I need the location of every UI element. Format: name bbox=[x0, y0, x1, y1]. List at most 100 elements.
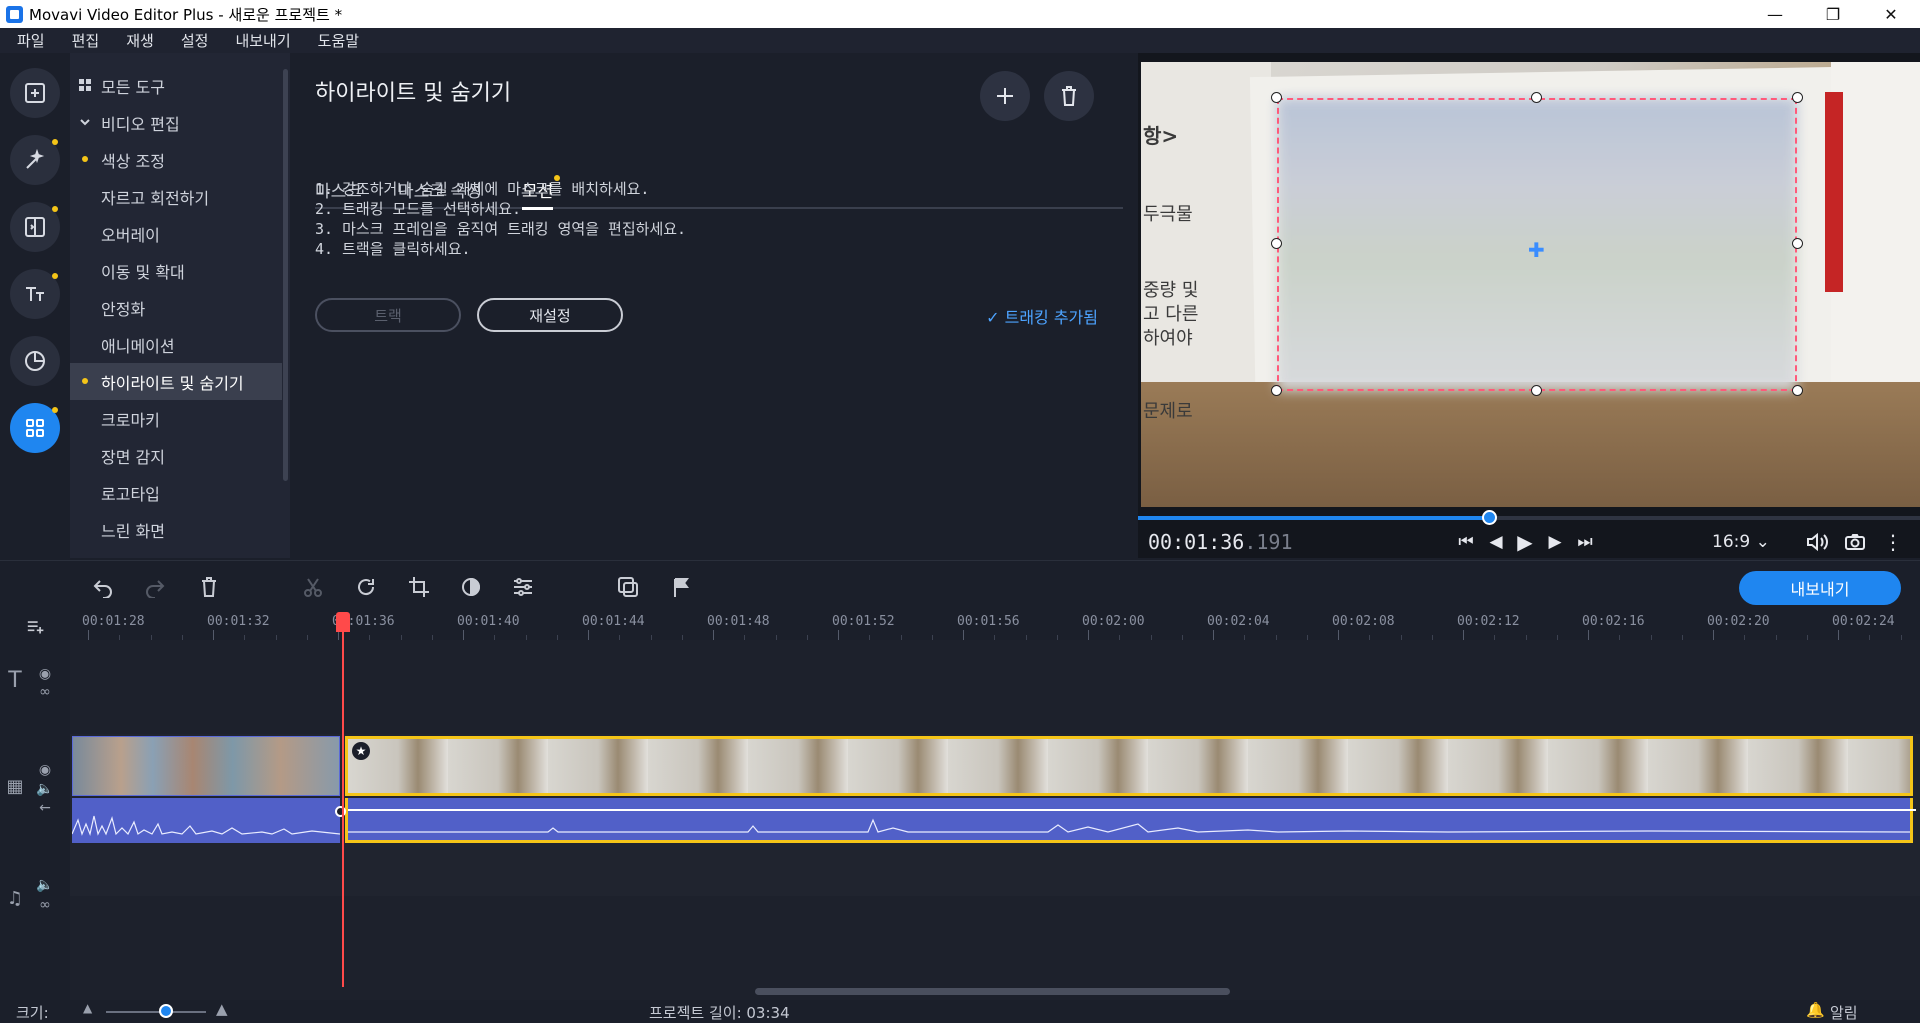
tool-label: 느린 화면 bbox=[101, 521, 165, 541]
next-frame-button[interactable]: ▶ bbox=[1544, 531, 1566, 553]
menu-edit[interactable]: 편집 bbox=[55, 30, 110, 51]
timeline-scrollbar[interactable] bbox=[755, 988, 1230, 995]
menu-help[interactable]: 도움말 bbox=[301, 30, 369, 51]
ruler-minor-tick bbox=[1431, 635, 1433, 640]
video-frame[interactable]: 항> 두극물 중량 및 고 다른 하여야 문제로 ✚ bbox=[1141, 62, 1920, 507]
undo-button[interactable] bbox=[90, 574, 116, 600]
snapshot-button[interactable] bbox=[1844, 531, 1866, 553]
title-track[interactable] bbox=[70, 640, 1920, 734]
notifications-link[interactable]: 알림 bbox=[1830, 1002, 1858, 1023]
menu-file[interactable]: 파일 bbox=[0, 30, 55, 51]
move-icon[interactable]: ✚ bbox=[1528, 238, 1545, 262]
link-icon[interactable]: ∞ bbox=[36, 896, 54, 914]
add-track-button[interactable] bbox=[27, 618, 45, 636]
reset-button[interactable]: 재설정 bbox=[477, 298, 623, 332]
restore-button[interactable]: ❐ bbox=[1804, 0, 1862, 28]
menu-export[interactable]: 내보내기 bbox=[218, 30, 300, 51]
cut-button[interactable] bbox=[300, 574, 326, 600]
resize-handle[interactable] bbox=[1271, 92, 1282, 103]
previous-frame-button[interactable]: ◀ bbox=[1485, 531, 1507, 553]
zoom-slider-knob[interactable] bbox=[159, 1004, 173, 1018]
selected-audio-clip[interactable] bbox=[345, 798, 1916, 843]
filters-button[interactable] bbox=[10, 135, 60, 185]
titles-button[interactable] bbox=[10, 269, 60, 319]
tool-scene-detection[interactable]: 장면 감지 bbox=[70, 437, 282, 474]
volume-line[interactable] bbox=[348, 809, 1916, 811]
transition-handle[interactable] bbox=[335, 806, 346, 817]
music-track[interactable] bbox=[70, 896, 1920, 1000]
tool-color-adjust[interactable]: 색상 조정 bbox=[70, 141, 282, 178]
tool-slow-motion[interactable]: 느린 화면 bbox=[70, 511, 282, 548]
menu-settings[interactable]: 설정 bbox=[164, 30, 219, 51]
resize-handle[interactable] bbox=[1792, 238, 1803, 249]
link-icon[interactable]: ∞ bbox=[36, 683, 54, 701]
transitions-button[interactable] bbox=[10, 202, 60, 252]
all-tools-label: 모든 도구 bbox=[101, 77, 165, 97]
track-button[interactable]: 트랙 bbox=[315, 298, 461, 332]
skip-to-start-button[interactable]: ⏮ bbox=[1455, 531, 1477, 553]
tool-crop-rotate[interactable]: 자르고 회전하기 bbox=[70, 178, 282, 215]
preview-seekbar[interactable] bbox=[1138, 510, 1920, 525]
color-button[interactable] bbox=[458, 574, 484, 600]
menu-playback[interactable]: 재생 bbox=[109, 30, 164, 51]
stickers-button[interactable] bbox=[10, 336, 60, 386]
more-tools-button[interactable] bbox=[10, 403, 60, 453]
ruler-time-label: 00:01:52 bbox=[832, 614, 895, 629]
marker-button[interactable] bbox=[668, 574, 694, 600]
skip-to-end-button[interactable]: ⏭ bbox=[1574, 531, 1596, 553]
resize-handle[interactable] bbox=[1271, 238, 1282, 249]
volume-button[interactable] bbox=[1806, 531, 1828, 553]
eye-icon[interactable]: ◉ bbox=[36, 761, 54, 779]
video-clip[interactable] bbox=[72, 736, 340, 796]
play-button[interactable]: ▶ bbox=[1514, 530, 1536, 554]
tool-overlay[interactable]: 오버레이 bbox=[70, 215, 282, 252]
ruler-minor-tick bbox=[1369, 635, 1371, 640]
more-options-button[interactable]: ⋮ bbox=[1882, 530, 1904, 554]
video-editing-group[interactable]: 비디오 편집 bbox=[70, 104, 282, 141]
all-tools-item[interactable]: 모든 도구 bbox=[70, 67, 282, 104]
resize-handle[interactable] bbox=[1792, 92, 1803, 103]
close-button[interactable]: ✕ bbox=[1862, 0, 1920, 28]
arrow-left-icon[interactable]: ← bbox=[36, 799, 54, 817]
audio-clip[interactable] bbox=[71, 798, 341, 843]
playhead-line[interactable] bbox=[342, 612, 344, 987]
tool-highlight-conceal[interactable]: 하이라이트 및 숨기기 bbox=[70, 363, 282, 400]
zoom-in-icon[interactable]: ▲ bbox=[216, 1000, 228, 1018]
crop-button[interactable] bbox=[406, 574, 432, 600]
zoom-slider-track[interactable] bbox=[106, 1011, 206, 1013]
eye-icon[interactable]: ◉ bbox=[36, 665, 54, 683]
rotate-button[interactable] bbox=[353, 574, 379, 600]
aspect-ratio-select[interactable]: 16:9 ⌄ bbox=[1712, 532, 1770, 552]
timecode-main: 00:01:36 bbox=[1148, 530, 1245, 554]
tool-animation[interactable]: 애니메이션 bbox=[70, 326, 282, 363]
resize-handle[interactable] bbox=[1531, 385, 1542, 396]
tool-pan-zoom[interactable]: 이동 및 확대 bbox=[70, 252, 282, 289]
tool-logotype[interactable]: 로고타입 bbox=[70, 474, 282, 511]
tool-chroma-key[interactable]: 크로마키 bbox=[70, 400, 282, 437]
tool-list-scrollbar[interactable] bbox=[283, 69, 288, 481]
ruler-major-tick bbox=[963, 630, 964, 640]
tool-stabilization[interactable]: 안정화 bbox=[70, 289, 282, 326]
ruler-minor-tick bbox=[1681, 635, 1683, 640]
speaker-icon[interactable]: 🔈 bbox=[36, 780, 54, 798]
speaker-icon[interactable]: 🔈 bbox=[36, 876, 54, 894]
add-mask-button[interactable] bbox=[980, 71, 1030, 121]
ruler-major-tick bbox=[463, 630, 464, 640]
export-button[interactable]: 내보내기 bbox=[1739, 571, 1901, 605]
resize-handle[interactable] bbox=[1531, 92, 1542, 103]
redo-button[interactable] bbox=[142, 574, 168, 600]
delete-mask-button[interactable] bbox=[1044, 71, 1094, 121]
minimize-button[interactable]: — bbox=[1746, 0, 1804, 28]
seekbar-knob[interactable] bbox=[1481, 510, 1497, 525]
selected-video-clip[interactable]: ★ bbox=[345, 736, 1913, 796]
delete-button[interactable] bbox=[196, 574, 222, 600]
ruler-minor-tick bbox=[994, 635, 996, 640]
import-button[interactable] bbox=[10, 68, 60, 118]
zoom-out-icon[interactable]: ▲ bbox=[83, 1001, 92, 1015]
clip-properties-button[interactable] bbox=[510, 574, 536, 600]
playhead-handle[interactable] bbox=[336, 612, 350, 632]
resize-handle[interactable] bbox=[1271, 385, 1282, 396]
overlay-button[interactable] bbox=[615, 574, 641, 600]
resize-handle[interactable] bbox=[1792, 385, 1803, 396]
ruler-major-tick bbox=[713, 630, 714, 640]
